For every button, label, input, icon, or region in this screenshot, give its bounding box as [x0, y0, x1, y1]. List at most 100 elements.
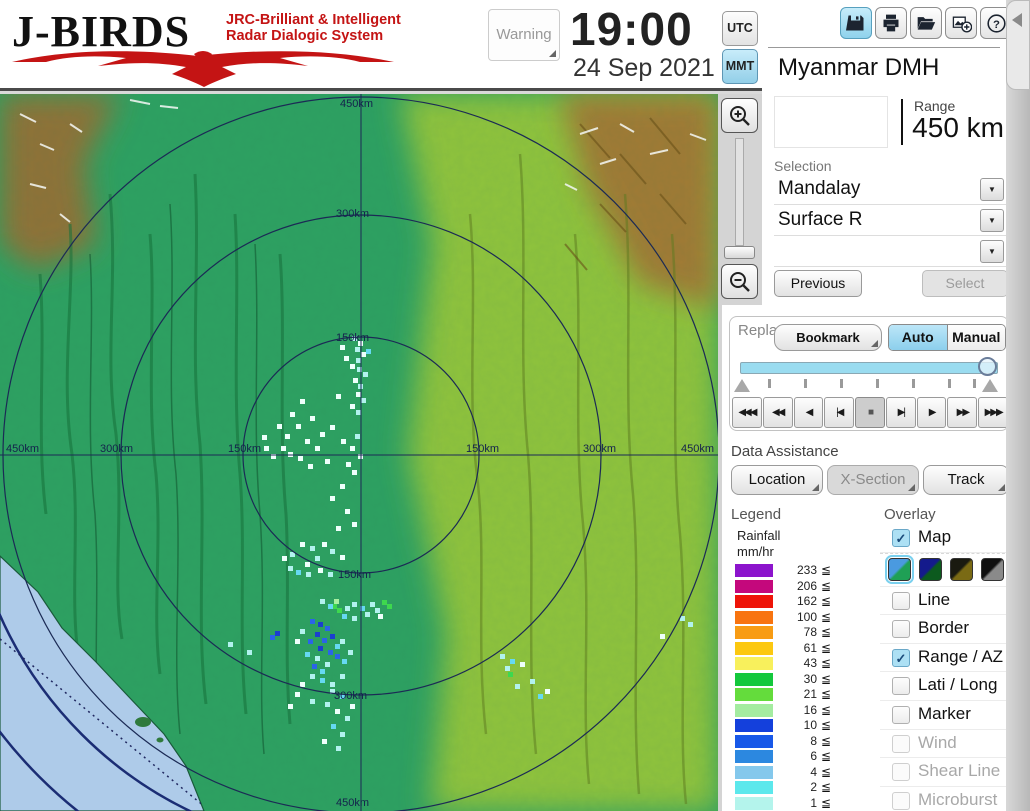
svg-text:300km: 300km — [336, 208, 369, 220]
svg-text:150km: 150km — [228, 443, 261, 455]
replay-slider[interactable] — [740, 362, 998, 374]
svg-text:150km: 150km — [338, 569, 371, 581]
legend-color-chip — [735, 703, 773, 717]
overlay-item-label: Map — [918, 527, 952, 546]
playback-button[interactable]: ▶ — [916, 397, 947, 428]
x-section-button[interactable]: X-Section — [827, 465, 919, 495]
radar-map[interactable]: 450km 300km 150km 150km 300km 450km 450km 300km… — [0, 94, 720, 811]
data-assistance-label: Data Assistance — [731, 443, 839, 460]
checkbox[interactable] — [892, 591, 910, 610]
auto-button[interactable]: Auto — [889, 325, 947, 350]
add-image-icon[interactable] — [945, 7, 977, 39]
bookmark-button[interactable]: Bookmark — [774, 324, 882, 351]
overlay-item-marker[interactable]: Marker — [880, 701, 1010, 730]
checkbox[interactable] — [892, 791, 910, 810]
svg-text:300km: 300km — [583, 443, 616, 455]
overlay-item-label: Border — [918, 618, 970, 638]
legend-row: 2 ≦ — [735, 780, 847, 796]
manual-button[interactable]: Manual — [946, 325, 1005, 350]
range-end-handle[interactable] — [982, 379, 998, 392]
map-style-swatch[interactable] — [981, 557, 1004, 581]
eagle-icon — [12, 51, 394, 87]
checkbox[interactable] — [892, 620, 910, 639]
select-button[interactable]: Select — [922, 270, 1008, 297]
legend-row: 100 ≦ — [735, 610, 847, 626]
overlay-item-border[interactable]: Border — [880, 615, 1010, 644]
legend-row: 6 ≦ — [735, 749, 847, 765]
chevron-down-icon[interactable]: ▼ — [980, 209, 1004, 232]
legend-color-chip — [735, 641, 773, 655]
overlay-item-shear-line[interactable]: Shear Line — [880, 758, 1010, 787]
option-dropdown[interactable]: ▼ — [774, 238, 1006, 267]
svg-text:450km: 450km — [340, 98, 373, 110]
map-style-swatches — [880, 552, 1010, 587]
map-zoom-strip — [718, 94, 762, 305]
playback-button[interactable]: ◀◀◀ — [732, 397, 762, 428]
map-style-swatch[interactable] — [950, 557, 973, 581]
selection-label: Selection — [774, 158, 832, 174]
playback-button[interactable]: ■ — [855, 397, 885, 428]
legend-color-chip — [735, 672, 773, 686]
map-style-swatch[interactable] — [919, 557, 942, 581]
playback-button[interactable]: ◀◀ — [762, 397, 793, 428]
checkbox[interactable]: ✓ — [892, 529, 910, 547]
zoom-slider-thumb[interactable] — [724, 246, 755, 259]
svg-text:150km: 150km — [466, 443, 499, 455]
overlay-list: ✓ Map Line Border ✓ Range / AZ Lati / Long Mark… — [880, 524, 1010, 811]
svg-text:?: ? — [993, 18, 1000, 30]
map-style-swatch[interactable] — [885, 554, 914, 584]
playback-controls: ◀◀◀ ◀◀ ◀ |◀ ■ ▶| ▶ ▶▶ ▶▶▶ — [732, 397, 1009, 428]
overlay-item-range-az[interactable]: ✓ Range / AZ — [880, 644, 1010, 673]
warning-label: Warning — [496, 26, 552, 43]
legend-row: 206 ≦ — [735, 579, 847, 595]
zoom-in-icon[interactable] — [721, 98, 758, 133]
playback-button[interactable]: ▶▶ — [947, 397, 978, 428]
overlay-item-lati-long[interactable]: Lati / Long — [880, 672, 1010, 701]
warning-button[interactable]: Warning — [488, 9, 560, 61]
legend-color-chip — [735, 579, 773, 593]
checkbox[interactable] — [892, 734, 910, 753]
checkbox[interactable] — [892, 763, 910, 782]
site-dropdown[interactable]: Mandalay ▼ — [774, 176, 1006, 205]
zoom-out-icon[interactable] — [721, 264, 758, 299]
playback-button[interactable]: |◀ — [824, 397, 855, 428]
zoom-slider[interactable] — [735, 138, 744, 246]
overlay-item-line[interactable]: Line — [880, 587, 1010, 616]
legend-value: 10 — [803, 718, 817, 732]
overlay-item-map[interactable]: ✓ Map — [880, 524, 1010, 553]
print-icon[interactable] — [875, 7, 907, 39]
toolbar: ? — [762, 5, 1012, 45]
open-folder-icon[interactable] — [910, 7, 942, 39]
legend-row: 16 ≦ — [735, 703, 847, 719]
checkbox[interactable]: ✓ — [892, 648, 910, 667]
legend-value: 6 — [810, 749, 817, 763]
svg-text:300km: 300km — [334, 690, 367, 702]
utc-button[interactable]: UTC — [722, 11, 758, 46]
checkbox[interactable] — [892, 677, 910, 696]
legend-value: 8 — [810, 733, 817, 748]
previous-button[interactable]: Previous — [774, 270, 862, 297]
chevron-down-icon[interactable]: ▼ — [980, 240, 1004, 263]
checkbox[interactable] — [892, 705, 910, 724]
replay-slider-thumb[interactable] — [978, 357, 997, 376]
range-start-handle[interactable] — [734, 379, 750, 392]
playback-button[interactable]: ◀ — [793, 397, 824, 428]
playback-button[interactable]: ▶▶▶ — [978, 397, 1009, 428]
mmt-button[interactable]: MMT — [722, 49, 758, 84]
panel-scroll-strip — [1006, 0, 1030, 811]
legend-row: 10 ≦ — [735, 718, 847, 734]
legend-color-chip — [735, 719, 773, 732]
track-button[interactable]: Track — [923, 465, 1009, 495]
chevron-down-icon[interactable]: ▼ — [980, 178, 1004, 201]
playback-button[interactable]: ▶| — [885, 397, 916, 428]
product-dropdown[interactable]: Surface R ▼ — [774, 207, 1006, 236]
overlay-item-microburst[interactable]: Microburst — [880, 787, 1010, 811]
toolbar-separator — [768, 47, 1000, 48]
overlay-item-wind[interactable]: Wind — [880, 730, 1010, 759]
legend-value: 2 — [810, 780, 817, 794]
location-button[interactable]: Location — [731, 465, 823, 495]
jbirds-logo: J-BIRDS JRC-Brilliant & Intelligent Rada… — [8, 4, 408, 88]
save-icon[interactable] — [840, 7, 872, 39]
station-title: Myanmar DMH — [778, 54, 940, 81]
panel-collapse-tab[interactable] — [1006, 0, 1030, 90]
